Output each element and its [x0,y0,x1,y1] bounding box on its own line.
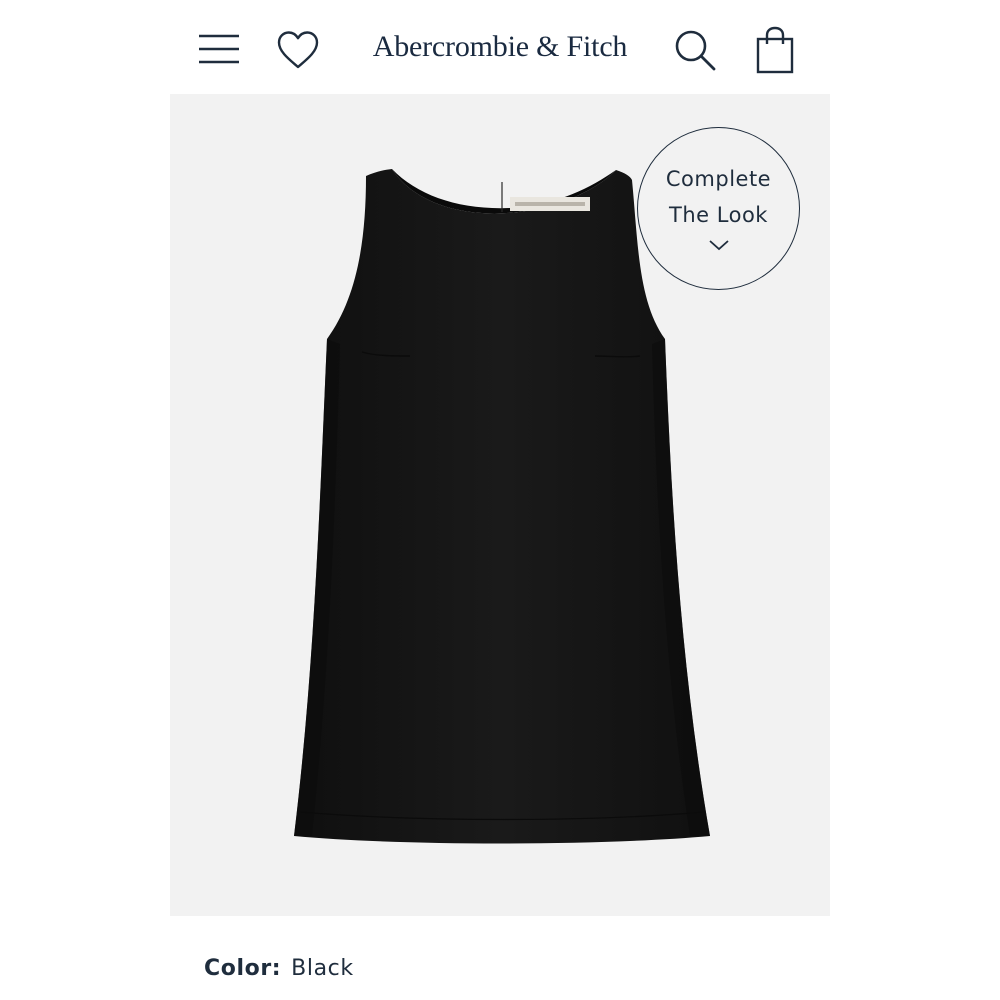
chevron-down-icon [708,239,729,250]
product-page: Abercrombie & Fitch Complete The Look Co… [170,0,830,1000]
menu-button[interactable] [192,24,246,74]
search-icon [675,30,716,71]
color-label: Color: [204,955,282,981]
hamburger-menu-icon [199,34,239,64]
shopping-bag-icon [756,26,794,74]
search-button[interactable] [668,23,722,77]
complete-the-look-line2: The Look [669,202,768,227]
site-header: Abercrombie & Fitch [170,0,830,94]
left-margin [0,0,170,1000]
heart-icon [277,31,319,69]
shopping-bag-button[interactable] [750,22,800,78]
product-image-area[interactable]: Complete The Look [170,94,830,916]
brand-logo[interactable]: Abercrombie & Fitch [350,22,650,72]
color-value: Black [291,955,354,981]
complete-the-look-line1: Complete [665,166,772,191]
right-margin [830,0,1000,1000]
complete-the-look-button[interactable]: Complete The Look [637,127,800,290]
color-selection: Color: Black [204,952,354,984]
favorites-button[interactable] [273,25,323,75]
